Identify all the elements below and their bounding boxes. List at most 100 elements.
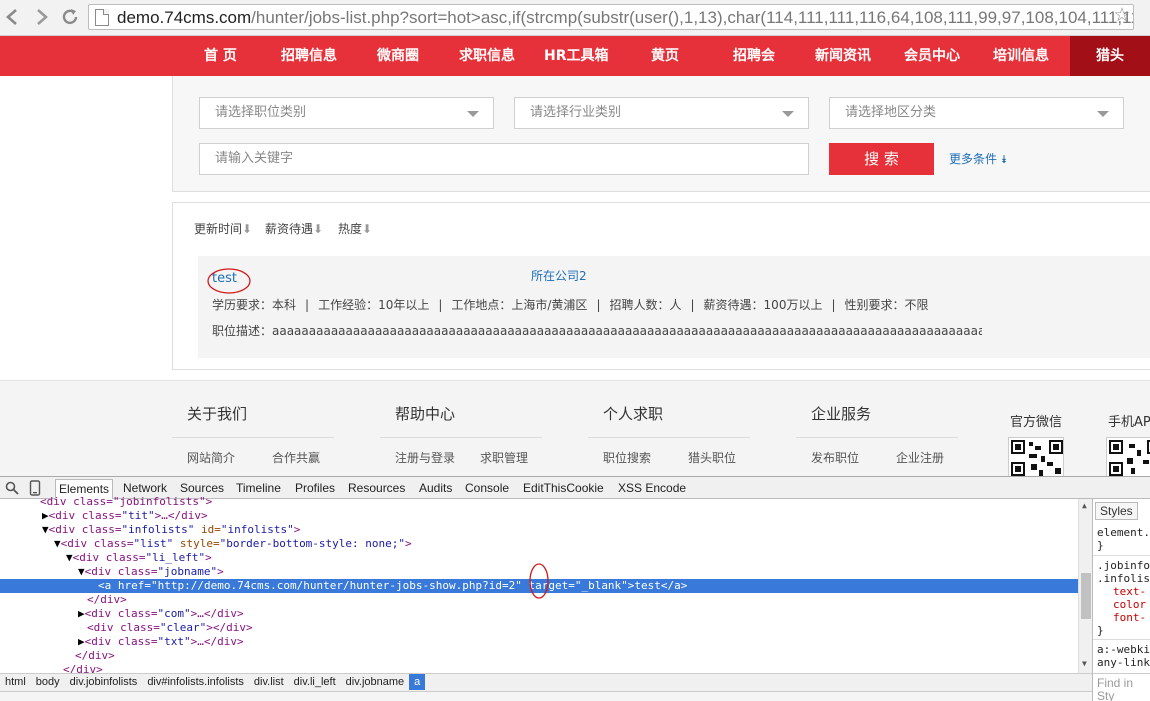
breadcrumb-item-active[interactable]: a (409, 674, 426, 690)
inspect-search-icon[interactable] (5, 481, 19, 498)
dom-line[interactable]: </div> (63, 663, 103, 673)
footer-link[interactable]: 发布职位 (811, 449, 859, 466)
footer-link[interactable]: 求职管理 (480, 449, 528, 466)
scrollbar-thumb[interactable] (1081, 573, 1091, 619)
nav-item-home[interactable]: 首 页 (204, 36, 237, 76)
footer-link[interactable]: 猎头职位 (688, 449, 736, 466)
keyword-input[interactable]: 请输入关键字 (199, 143, 809, 175)
footer-link[interactable]: 合作共赢 (272, 449, 320, 466)
tab-xss-encode[interactable]: XSS Encode (618, 480, 686, 496)
dom-line[interactable]: <div class="clear"></div> (87, 621, 253, 635)
breadcrumb-item[interactable]: div.jobinfolists (65, 674, 143, 690)
breadcrumb-item[interactable]: body (31, 674, 65, 690)
dom-line[interactable]: </div> (87, 593, 127, 607)
dom-line[interactable]: <div class="jobinfolists"> (40, 495, 212, 509)
nav-item-news[interactable]: 新闻资讯 (815, 36, 871, 76)
tab-timeline[interactable]: Timeline (236, 480, 281, 496)
star-icon[interactable]: ☆ (1110, 4, 1134, 26)
footer-about-title: 关于我们 (187, 405, 248, 423)
dom-attr-value: "com" (157, 607, 191, 620)
dom-tag: > (205, 551, 212, 564)
footer-link[interactable]: 网站简介 (187, 449, 235, 466)
dom-attr-value: "list" (133, 537, 174, 550)
tab-sources[interactable]: Sources (180, 480, 224, 496)
sort-update-time[interactable]: 更新时间⬇ (194, 220, 252, 237)
dom-attr-value: "tit" (121, 509, 155, 522)
nav-item-headhunter-label: 猎头 (1096, 48, 1124, 64)
breadcrumb-item[interactable]: div.jobname (341, 674, 410, 690)
dom-line[interactable]: ▶<div class="txt">…</div> (78, 635, 244, 649)
job-headcount: 招聘人数：人 (609, 298, 682, 312)
dom-line[interactable]: ▶<div class="tit">…</div> (42, 509, 208, 523)
nav-item-hr-tools[interactable]: HR工具箱 (544, 36, 609, 76)
tab-console[interactable]: Console (465, 480, 509, 496)
more-conditions-link[interactable]: 更多条件 ⯯ (949, 150, 1007, 167)
nav-item-wechat-circle[interactable]: 微商圈 (377, 36, 419, 76)
company-link[interactable]: 所在公司2 (531, 267, 587, 284)
footer-link[interactable]: 注册与登录 (395, 449, 455, 466)
breadcrumb-item[interactable]: div.li_left (289, 674, 341, 690)
forward-arrow-icon[interactable] (30, 6, 52, 28)
job-category-select[interactable]: 请选择职位类别 (199, 97, 494, 129)
tab-audits[interactable]: Audits (419, 480, 452, 496)
dom-line[interactable]: ▶<div class="com">…</div> (78, 607, 244, 621)
back-arrow-icon[interactable] (2, 6, 24, 28)
nav-item-member-center[interactable]: 会员中心 (904, 36, 960, 76)
industry-select[interactable]: 请选择行业类别 (514, 97, 809, 129)
dom-line[interactable]: </div> (75, 649, 115, 663)
sort-salary[interactable]: 薪资待遇⬇ (265, 220, 323, 237)
nav-item-yellow-pages[interactable]: 黄页 (651, 36, 679, 76)
nav-item-job-fair[interactable]: 招聘会 (733, 36, 775, 76)
scroll-down-icon[interactable]: ▼ (1082, 659, 1087, 668)
nav-item-headhunter[interactable]: 猎头 (1070, 36, 1150, 76)
sort-update-time-label: 更新时间 (194, 222, 243, 236)
reload-icon[interactable] (59, 6, 81, 28)
area-placeholder: 请选择地区分类 (845, 105, 937, 120)
address-bar[interactable]: demo.74cms.com/hunter/jobs-list.php?sort… (88, 4, 1134, 30)
wechat-label: 官方微信 (1010, 415, 1063, 430)
collapse-arrow-icon: ▼ (54, 537, 61, 550)
dom-tag: >…</div> (154, 509, 208, 522)
nav-item-resumes[interactable]: 求职信息 (459, 36, 515, 76)
breadcrumb-item[interactable]: html (0, 674, 31, 690)
main-nav: 首 页 招聘信息 微商圈 求职信息 HR工具箱 黄页 招聘会 新闻资讯 会员中心… (0, 36, 1150, 76)
area-select[interactable]: 请选择地区分类 (829, 97, 1124, 129)
style-rule-line: .infolis (1097, 572, 1150, 585)
find-in-styles-input[interactable]: Find in Sty (1097, 677, 1150, 701)
dom-attr-name: id= (194, 523, 221, 536)
tab-network[interactable]: Network (123, 480, 167, 496)
footer-divider (588, 437, 750, 438)
dom-line[interactable]: ▼<div class="li_left"> (66, 551, 212, 565)
nav-item-training[interactable]: 培训信息 (993, 36, 1049, 76)
chevron-down-icon (1097, 111, 1109, 117)
browser-toolbar: demo.74cms.com/hunter/jobs-list.php?sort… (0, 0, 1150, 36)
nav-item-jobs[interactable]: 招聘信息 (281, 36, 337, 76)
styles-tab[interactable]: Styles (1095, 502, 1138, 520)
dom-tag: <div class= (84, 607, 158, 620)
job-category-placeholder: 请选择职位类别 (215, 105, 307, 120)
keyword-placeholder: 请输入关键字 (215, 151, 294, 166)
double-chevron-down-icon: ⯯ (1000, 153, 1008, 166)
style-rule-line: } (1097, 539, 1104, 552)
scroll-up-icon[interactable]: ▲ (1082, 501, 1087, 510)
dom-tag: <div class= (87, 621, 160, 634)
tab-profiles[interactable]: Profiles (295, 480, 335, 496)
footer-link[interactable]: 职位搜索 (603, 449, 651, 466)
url-path: /hunter/jobs-list.php?sort=hot>asc,if(st… (251, 8, 1133, 27)
collapse-arrow-icon: ▼ (66, 551, 73, 564)
collapse-arrow-icon: ▼ (78, 565, 85, 578)
sort-hot[interactable]: 热度⬇ (338, 220, 372, 237)
search-button[interactable]: 搜 索 (829, 143, 934, 175)
dom-line[interactable]: ▼<div class="infolists" id="infolists"> (42, 523, 300, 537)
footer-link[interactable]: 企业注册 (896, 449, 944, 466)
dom-line[interactable]: ▼<div class="jobname"> (78, 565, 224, 579)
breadcrumb-item[interactable]: div.list (249, 674, 289, 690)
style-rule-line: .jobinfo (1097, 559, 1150, 572)
dom-line[interactable]: ▼<div class="list" style="border-bottom-… (54, 537, 412, 551)
elements-scrollbar[interactable]: ▲ ▼ (1078, 499, 1092, 673)
breadcrumb-item[interactable]: div#infolists.infolists (142, 674, 249, 690)
tab-editthiscookie[interactable]: EditThisCookie (523, 480, 604, 496)
tab-resources[interactable]: Resources (348, 480, 405, 496)
arrow-down-icon: ⬇ (362, 222, 373, 236)
footer-divider (380, 437, 542, 438)
